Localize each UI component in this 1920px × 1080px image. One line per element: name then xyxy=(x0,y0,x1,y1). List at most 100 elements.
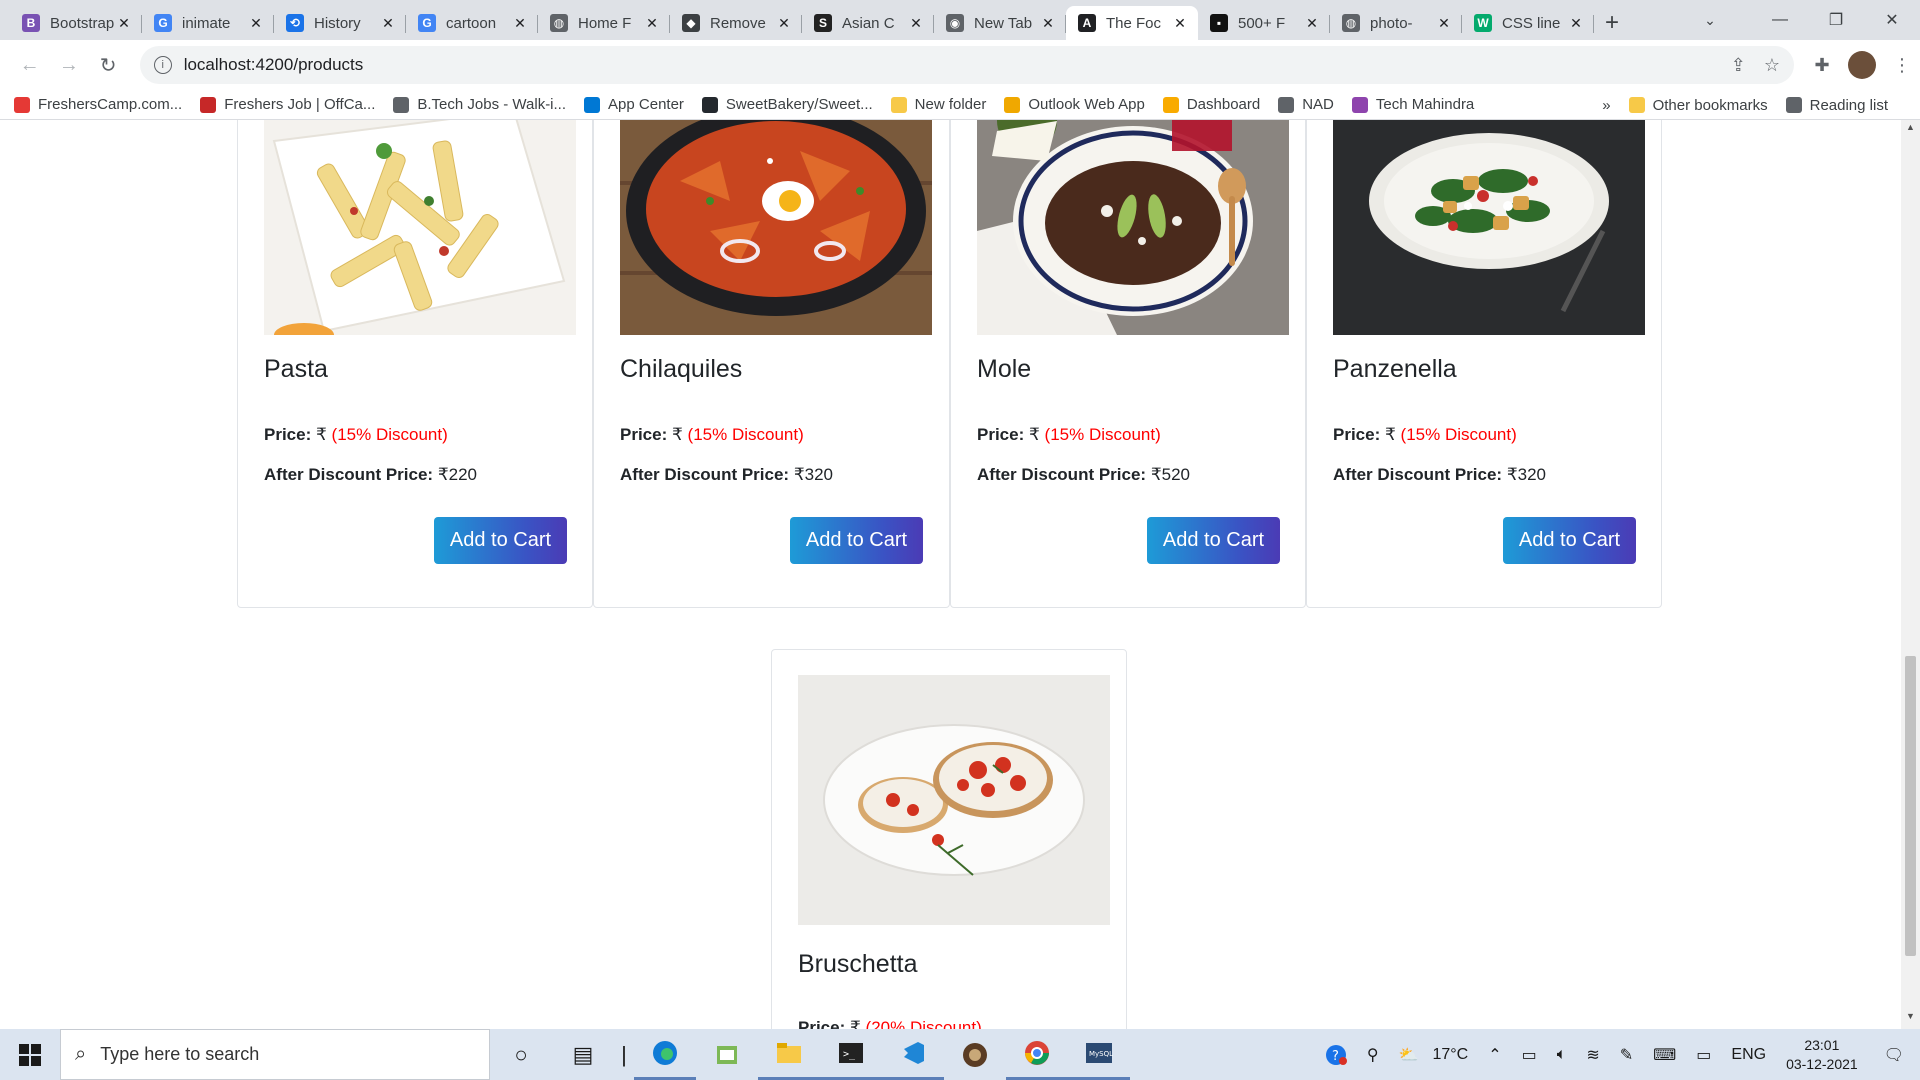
bookmark-label: FreshersCamp.com... xyxy=(38,96,183,113)
browser-tab[interactable]: Gcartoon ✕ xyxy=(406,6,538,40)
profile-avatar[interactable] xyxy=(1848,51,1877,79)
price-label: Price: xyxy=(620,425,668,444)
bookmark-item[interactable]: New folder xyxy=(890,96,986,113)
site-info-icon[interactable]: i xyxy=(153,56,172,74)
notifications-icon[interactable]: 🗨︎ xyxy=(1868,1045,1920,1065)
wifi-icon[interactable]: ≋ xyxy=(1576,1045,1609,1065)
clock[interactable]: 23:01 03-12-2021 xyxy=(1776,1036,1868,1074)
volume-icon[interactable]: 🔈︎ xyxy=(1547,1046,1577,1064)
close-tab-icon[interactable]: ✕ xyxy=(380,15,396,32)
new-tab-icon[interactable]: + xyxy=(1594,6,1630,40)
url-text[interactable]: localhost:4200/products xyxy=(184,55,1713,75)
chevron-up-icon[interactable]: ⌃ xyxy=(1478,1045,1511,1065)
restore-icon[interactable]: ❐ xyxy=(1808,0,1864,40)
other-bookmarks[interactable]: Other bookmarks xyxy=(1628,97,1768,114)
close-tab-icon[interactable]: ✕ xyxy=(1304,15,1320,32)
tab-search-icon[interactable]: ⌄ xyxy=(1690,0,1730,40)
add-to-cart-button[interactable]: Add to Cart xyxy=(1503,517,1636,564)
browser-tab[interactable]: ⟲ History ✕ xyxy=(274,6,406,40)
address-bar[interactable]: i localhost:4200/products ⇪ ☆ xyxy=(139,46,1795,84)
temperature-text[interactable]: 17°C xyxy=(1422,1046,1478,1064)
page-scrollbar[interactable]: ▲ ▼ xyxy=(1901,120,1920,1029)
close-tab-icon[interactable]: ✕ xyxy=(644,15,660,32)
add-to-cart-button[interactable]: Add to Cart xyxy=(1147,517,1280,564)
bookmark-item[interactable]: B.Tech Jobs - Walk-i... xyxy=(393,96,566,113)
close-tab-icon[interactable]: ✕ xyxy=(1436,15,1452,32)
browser-tab[interactable]: ◆ Remove ✕ xyxy=(670,6,802,40)
battery-icon[interactable]: ▭ xyxy=(1512,1045,1547,1065)
paint-icon[interactable] xyxy=(696,1029,758,1080)
display-icon[interactable]: ▭ xyxy=(1686,1045,1721,1065)
bookmark-item[interactable]: Freshers Job | OffCa... xyxy=(200,96,375,113)
browser-tab[interactable]: ◍ Home F ✕ xyxy=(538,6,670,40)
close-tab-icon[interactable]: ✕ xyxy=(116,15,132,32)
overflow-label: » xyxy=(1602,96,1611,114)
browser-tab[interactable]: S Asian C ✕ xyxy=(802,6,934,40)
bookmark-item[interactable]: Dashboard xyxy=(1162,96,1261,113)
scroll-up-icon[interactable]: ▲ xyxy=(1901,122,1920,138)
bookmark-label: B.Tech Jobs - Walk-i... xyxy=(417,96,567,113)
product-price: Price: ₹ (20% Discount) xyxy=(798,1018,982,1029)
tab-title: inimate xyxy=(182,14,231,32)
reload-icon[interactable]: ↻ xyxy=(90,47,125,83)
share-icon[interactable]: ⇪ xyxy=(1731,55,1746,76)
keyboard-icon[interactable]: ⌨ xyxy=(1643,1045,1686,1065)
close-tab-icon[interactable]: ✕ xyxy=(1040,15,1056,32)
bootstrap-icon: B xyxy=(22,14,40,32)
pen-icon[interactable]: ✎ xyxy=(1610,1045,1643,1065)
bookmark-item[interactable]: App Center xyxy=(584,96,684,113)
close-tab-icon[interactable]: ✕ xyxy=(512,15,528,32)
close-tab-icon[interactable]: ✕ xyxy=(908,15,924,32)
taskbar-search-box[interactable]: ⌕ Type here to search xyxy=(60,1029,490,1080)
browser-tab[interactable]: ▪ 500+ F ✕ xyxy=(1198,6,1330,40)
globe-icon xyxy=(393,96,410,113)
bookmark-star-icon[interactable]: ☆ xyxy=(1764,55,1780,76)
close-tab-icon[interactable]: ✕ xyxy=(1568,15,1584,32)
product-card-chilaquiles: Chilaquiles Price: ₹ (15% Discount) Afte… xyxy=(593,120,950,608)
terminal-icon[interactable]: >_ xyxy=(820,1029,882,1080)
browser-tab[interactable]: W CSS line ✕ xyxy=(1462,6,1594,40)
task-view-icon[interactable]: ▤ xyxy=(552,1029,614,1080)
extensions-icon[interactable]: ✚ xyxy=(1804,47,1840,83)
scroll-down-icon[interactable]: ▼ xyxy=(1901,1011,1920,1027)
weather-icon[interactable]: ⛅ xyxy=(1389,1045,1423,1065)
cortana-icon[interactable]: ○ xyxy=(490,1029,552,1080)
forward-icon[interactable]: → xyxy=(51,47,86,83)
browser-tab-strip: B Bootstrap ✕ Ginimate ✕ ⟲ History ✕ Gcartoon ✕ ◍ H… xyxy=(0,0,1920,40)
back-icon[interactable]: ← xyxy=(12,47,47,83)
close-window-icon[interactable]: ✕ xyxy=(1864,0,1920,40)
reading-list[interactable]: Reading list xyxy=(1785,97,1888,114)
browser-tab[interactable]: ◉ New Tab ✕ xyxy=(934,6,1066,40)
vscode-icon[interactable] xyxy=(882,1029,944,1080)
after-discount-value: ₹320 xyxy=(793,465,834,484)
bookmark-item[interactable]: NAD xyxy=(1278,96,1334,113)
people-icon[interactable]: ⚲ xyxy=(1357,1045,1389,1065)
bookmark-item[interactable]: FreshersCamp.com... xyxy=(14,96,182,113)
help-icon[interactable]: ? xyxy=(1315,1044,1357,1066)
bookmark-item[interactable]: Outlook Web App xyxy=(1004,96,1145,113)
bookmarks-overflow-button[interactable]: » xyxy=(1602,97,1610,114)
scrollbar-thumb[interactable] xyxy=(1905,656,1916,956)
browser-tab[interactable]: A The Foc ✕ xyxy=(1066,6,1198,40)
mysql-workbench-icon[interactable]: MySQL xyxy=(1068,1029,1130,1080)
close-tab-icon[interactable]: ✕ xyxy=(248,15,264,32)
windows-start-icon[interactable] xyxy=(0,1029,60,1080)
close-tab-icon[interactable]: ✕ xyxy=(1172,15,1188,32)
browser-tab[interactable]: ◍ photo- ✕ xyxy=(1330,6,1462,40)
bookmark-item[interactable]: SweetBakery/Sweet... xyxy=(701,96,873,113)
bookmark-item[interactable]: Tech Mahindra xyxy=(1351,96,1474,113)
add-to-cart-button[interactable]: Add to Cart xyxy=(790,517,923,564)
add-to-cart-button[interactable]: Add to Cart xyxy=(434,517,567,564)
product-name: Chilaquiles xyxy=(620,355,743,383)
app-badge-icon[interactable] xyxy=(944,1029,1006,1080)
browser-tab[interactable]: Ginimate ✕ xyxy=(142,6,274,40)
language-indicator[interactable]: ENG xyxy=(1721,1046,1776,1064)
browser-tab[interactable]: B Bootstrap ✕ xyxy=(10,6,142,40)
bookmark-label: Dashboard xyxy=(1186,96,1261,113)
chrome-icon[interactable] xyxy=(1006,1029,1068,1080)
minimize-icon[interactable]: — xyxy=(1752,0,1808,40)
close-tab-icon[interactable]: ✕ xyxy=(776,15,792,32)
file-explorer-icon[interactable] xyxy=(758,1029,820,1080)
edge-icon[interactable] xyxy=(634,1029,696,1080)
menu-icon[interactable]: ⋮ xyxy=(1884,47,1920,83)
